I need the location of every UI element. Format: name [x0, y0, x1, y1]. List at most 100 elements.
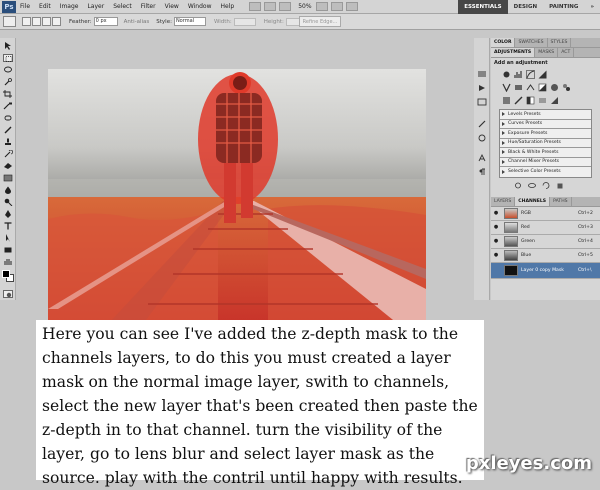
selective-color-icon[interactable]: [550, 96, 559, 105]
menu-layer[interactable]: Layer: [87, 3, 104, 10]
eraser-tool-icon[interactable]: [3, 162, 13, 170]
arrange-docs-button[interactable]: [345, 2, 358, 11]
eye-icon[interactable]: ●: [491, 210, 501, 216]
move-tool-icon[interactable]: [3, 42, 13, 50]
dodge-tool-icon[interactable]: [3, 198, 13, 206]
new-selection-icon[interactable]: [22, 17, 31, 26]
preset-selective-color[interactable]: Selective Color Presets: [500, 167, 591, 177]
rectangular-marquee-icon[interactable]: [3, 54, 13, 62]
type-tool-icon[interactable]: [3, 222, 13, 230]
workspace-more[interactable]: »: [584, 0, 600, 14]
brightness-icon[interactable]: [502, 70, 511, 79]
tab-styles[interactable]: STYLES: [548, 38, 572, 47]
black-white-icon[interactable]: [538, 83, 547, 92]
tab-masks[interactable]: MASKS: [535, 48, 559, 57]
add-selection-icon[interactable]: [32, 17, 41, 26]
exposure-icon[interactable]: [538, 70, 547, 79]
extras-button[interactable]: [279, 2, 292, 11]
channel-mixer-icon[interactable]: [562, 83, 571, 92]
tab-channels[interactable]: CHANNELS: [515, 196, 551, 206]
tab-layers[interactable]: LAYERS: [491, 196, 516, 206]
clip-layer-icon[interactable]: [514, 182, 522, 189]
antialias-checkbox[interactable]: Anti-alias: [124, 19, 150, 25]
shape-tool-icon[interactable]: [3, 246, 13, 254]
reset-icon[interactable]: [542, 181, 550, 189]
foreground-color-swatch[interactable]: [2, 270, 10, 278]
photo-filter-icon[interactable]: [550, 83, 559, 92]
actions-panel-icon[interactable]: [477, 84, 487, 92]
history-brush-icon[interactable]: [3, 150, 13, 158]
clone-source-icon[interactable]: [477, 134, 487, 142]
paragraph-panel-icon[interactable]: [477, 168, 487, 176]
brush-tool-icon[interactable]: [3, 126, 13, 134]
menu-file[interactable]: File: [20, 3, 30, 10]
subtract-selection-icon[interactable]: [42, 17, 51, 26]
preset-levels[interactable]: Levels Presets: [500, 110, 591, 120]
tab-color[interactable]: COLOR: [491, 38, 516, 47]
crop-tool-icon[interactable]: [3, 90, 13, 98]
menu-view[interactable]: View: [165, 3, 179, 10]
delete-adjustment-icon[interactable]: [556, 182, 564, 189]
workspace-painting[interactable]: PAINTING: [543, 0, 584, 14]
feather-input[interactable]: 0 px: [93, 17, 118, 26]
workspace-essentials[interactable]: ESSENTIALS: [458, 0, 508, 14]
hand-button[interactable]: [315, 2, 328, 11]
style-select[interactable]: Normal: [173, 17, 206, 26]
preset-channel-mixer[interactable]: Channel Mixer Presets: [500, 158, 591, 167]
posterize-icon[interactable]: [514, 96, 523, 105]
threshold-icon[interactable]: [526, 96, 535, 105]
lasso-tool-icon[interactable]: [3, 66, 13, 74]
menu-edit[interactable]: Edit: [39, 3, 51, 10]
color-balance-icon[interactable]: [526, 83, 535, 92]
tab-paths[interactable]: PATHS: [550, 196, 572, 206]
width-input[interactable]: [233, 17, 256, 26]
spot-healing-icon[interactable]: [3, 114, 13, 122]
rotate-view-button[interactable]: [330, 2, 343, 11]
hand-tool-icon[interactable]: [3, 258, 13, 266]
minibridge-button[interactable]: [264, 2, 277, 11]
marquee-tool-preset-icon[interactable]: [3, 16, 16, 27]
menu-select[interactable]: Select: [113, 3, 132, 10]
tab-adjustments[interactable]: ADJUSTMENTS: [491, 48, 536, 57]
vibrance-icon[interactable]: [502, 83, 511, 92]
invert-icon[interactable]: [502, 96, 511, 105]
intersect-selection-icon[interactable]: [52, 17, 61, 26]
eye-icon[interactable]: ●: [491, 252, 501, 258]
hue-saturation-icon[interactable]: [514, 83, 523, 92]
channel-row-blue[interactable]: ● Blue Ctrl+5: [491, 249, 600, 263]
menu-filter[interactable]: Filter: [141, 3, 156, 10]
eye-icon[interactable]: ●: [491, 238, 501, 244]
menu-help[interactable]: Help: [221, 3, 235, 10]
preset-exposure[interactable]: Exposure Presets: [500, 129, 591, 139]
tab-actions[interactable]: ACT: [558, 48, 575, 57]
clone-stamp-icon[interactable]: [3, 138, 13, 146]
refine-edge-button[interactable]: Refine Edge...: [299, 16, 341, 27]
curves-icon[interactable]: [526, 70, 535, 79]
bridge-button[interactable]: [249, 2, 262, 11]
preset-curves[interactable]: Curves Presets: [500, 120, 591, 129]
document-canvas[interactable]: [48, 69, 426, 324]
tool-presets-icon[interactable]: [477, 98, 487, 106]
pen-tool-icon[interactable]: [3, 210, 13, 218]
brush-panel-icon[interactable]: [477, 120, 487, 128]
menu-window[interactable]: Window: [188, 3, 212, 10]
preset-hue-saturation[interactable]: Hue/Saturation Presets: [500, 139, 591, 148]
workspace-design[interactable]: DESIGN: [508, 0, 543, 14]
preset-black-white[interactable]: Black & White Presets: [500, 148, 591, 158]
gradient-map-icon[interactable]: [538, 96, 547, 105]
menu-image[interactable]: Image: [60, 3, 79, 10]
channel-row-red[interactable]: ● Red Ctrl+3: [491, 221, 600, 235]
eyedropper-icon[interactable]: [3, 102, 13, 110]
tab-swatches[interactable]: SWATCHES: [515, 38, 548, 47]
channel-row-mask[interactable]: Layer 0 copy Mask Ctrl+\: [491, 262, 600, 279]
path-selection-icon[interactable]: [3, 234, 13, 242]
quick-mask-icon[interactable]: [3, 290, 13, 298]
history-panel-icon[interactable]: [477, 70, 487, 78]
channel-row-green[interactable]: ● Green Ctrl+4: [491, 235, 600, 249]
eye-icon[interactable]: ●: [491, 224, 501, 230]
channel-row-rgb[interactable]: ● RGB Ctrl+2: [491, 207, 600, 221]
gradient-tool-icon[interactable]: [3, 174, 13, 182]
character-panel-icon[interactable]: [477, 154, 487, 162]
blur-tool-icon[interactable]: [3, 186, 13, 194]
levels-icon[interactable]: [514, 70, 523, 79]
